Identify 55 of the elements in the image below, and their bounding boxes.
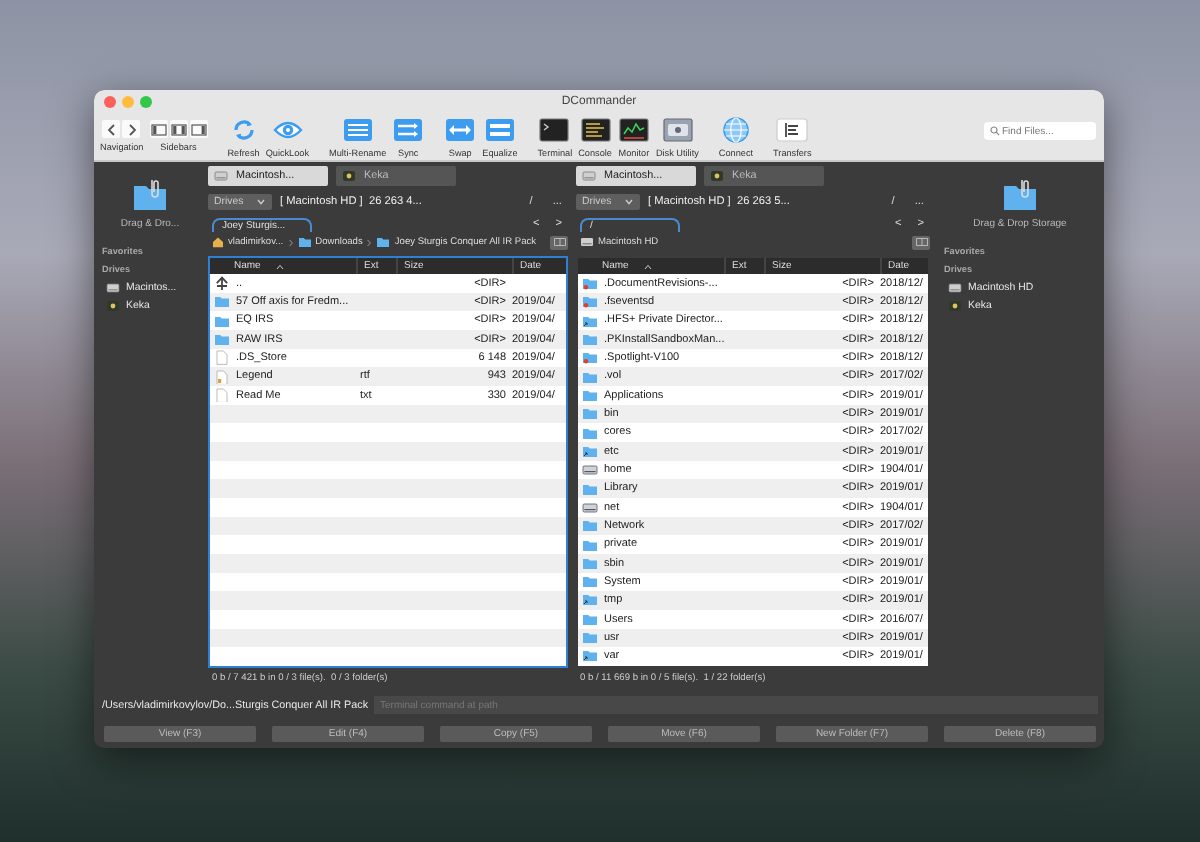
app-icon bbox=[106, 300, 120, 312]
sort-icon bbox=[276, 263, 285, 269]
restricted-folder-icon bbox=[582, 275, 598, 291]
folder-icon bbox=[582, 331, 598, 347]
caret-icon bbox=[256, 198, 266, 206]
sync-icon bbox=[392, 115, 425, 143]
chevron-icon bbox=[287, 237, 294, 247]
hard-drive-icon bbox=[582, 462, 598, 478]
globe-icon bbox=[719, 115, 752, 143]
folder-alias-icon bbox=[582, 443, 598, 459]
hard-drive-icon bbox=[106, 282, 120, 294]
app-icon bbox=[710, 170, 724, 182]
columns-icon bbox=[915, 238, 927, 246]
hard-drive-icon bbox=[214, 170, 228, 182]
paperclip-folder-icon[interactable] bbox=[132, 178, 168, 212]
back-button[interactable] bbox=[102, 120, 121, 138]
file-list[interactable] bbox=[576, 256, 930, 668]
console-icon bbox=[579, 115, 612, 143]
swap-icon bbox=[444, 115, 477, 143]
folder-icon bbox=[297, 236, 312, 248]
app-icon bbox=[948, 300, 962, 312]
sidebar-toggle-button[interactable] bbox=[149, 120, 168, 138]
sort-icon bbox=[644, 263, 653, 269]
hard-drive-icon bbox=[580, 236, 594, 248]
sidebar-toggle-button[interactable] bbox=[189, 120, 208, 138]
restricted-folder-icon bbox=[582, 350, 598, 366]
rich-text-icon bbox=[214, 369, 230, 385]
monitor-icon bbox=[617, 115, 650, 143]
folder-icon bbox=[376, 236, 391, 248]
chevron-left-icon bbox=[104, 121, 119, 137]
rename-icon bbox=[341, 115, 374, 143]
folder-icon bbox=[582, 481, 598, 497]
paperclip-folder-icon[interactable] bbox=[1002, 178, 1038, 212]
folder-alias-icon bbox=[582, 592, 598, 608]
forward-button[interactable] bbox=[122, 120, 141, 138]
home-icon bbox=[212, 236, 224, 248]
folder-alias-icon bbox=[582, 313, 598, 329]
sidebar-toggle-button[interactable] bbox=[169, 120, 188, 138]
columns-button[interactable] bbox=[912, 235, 930, 249]
app-icon bbox=[342, 170, 356, 182]
equalize-icon bbox=[483, 115, 516, 143]
search-icon bbox=[990, 126, 1000, 136]
parent-folder-icon bbox=[214, 275, 230, 291]
hard-drive-icon bbox=[582, 170, 596, 182]
folder-alias-icon bbox=[582, 648, 598, 664]
caret-icon bbox=[624, 198, 634, 206]
restricted-folder-icon bbox=[582, 294, 598, 310]
document-icon bbox=[214, 387, 230, 403]
chevron-icon bbox=[366, 237, 373, 247]
columns-icon bbox=[553, 238, 565, 246]
columns-button[interactable] bbox=[550, 235, 568, 249]
hard-drive-icon bbox=[948, 282, 962, 294]
document-icon bbox=[214, 350, 230, 366]
hard-drive-icon bbox=[582, 499, 598, 515]
chevron-right-icon bbox=[124, 121, 139, 137]
